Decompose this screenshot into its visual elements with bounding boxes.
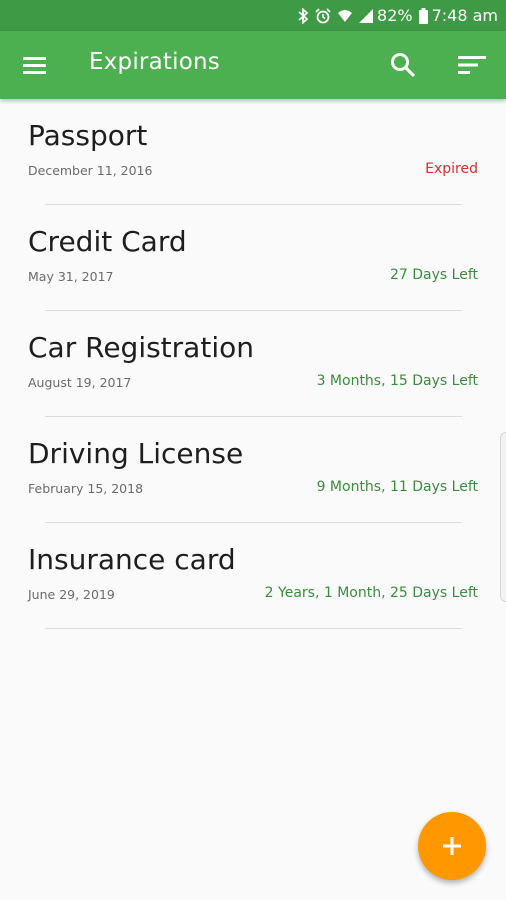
edge-panel-handle[interactable] bbox=[500, 432, 506, 602]
list-item[interactable]: Driving License February 15, 2018 9 Mont… bbox=[0, 417, 506, 523]
item-status: 27 Days Left bbox=[390, 267, 478, 283]
battery-icon bbox=[418, 7, 428, 24]
signal-icon bbox=[359, 8, 374, 23]
item-date: June 29, 2019 bbox=[28, 587, 115, 602]
page-title: Expirations bbox=[89, 49, 220, 75]
clock-time: 7:48 am bbox=[431, 6, 498, 25]
sort-icon bbox=[458, 56, 486, 74]
status-bar: 82% 7:48 am bbox=[0, 0, 506, 31]
item-name: Driving License bbox=[28, 437, 244, 470]
divider bbox=[45, 628, 462, 629]
item-name: Credit Card bbox=[28, 225, 187, 258]
search-button[interactable] bbox=[389, 51, 417, 79]
battery-percent: 82% bbox=[377, 6, 413, 25]
menu-icon bbox=[23, 57, 46, 74]
item-status: Expired bbox=[425, 161, 478, 177]
list-item[interactable]: Insurance card June 29, 2019 2 Years, 1 … bbox=[0, 523, 506, 629]
wifi-icon bbox=[337, 8, 353, 24]
sort-button[interactable] bbox=[457, 53, 487, 77]
item-date: May 31, 2017 bbox=[28, 269, 114, 284]
expiration-list: Passport December 11, 2016 Expired Credi… bbox=[0, 99, 506, 629]
list-item[interactable]: Credit Card May 31, 2017 27 Days Left bbox=[0, 205, 506, 311]
item-status: 2 Years, 1 Month, 25 Days Left bbox=[264, 585, 478, 601]
item-name: Car Registration bbox=[28, 331, 254, 364]
item-name: Insurance card bbox=[28, 543, 236, 576]
item-name: Passport bbox=[28, 119, 148, 152]
item-status: 9 Months, 11 Days Left bbox=[316, 479, 478, 495]
add-button[interactable] bbox=[418, 812, 486, 880]
app-bar: Expirations bbox=[0, 31, 506, 99]
search-icon bbox=[391, 53, 415, 77]
item-date: February 15, 2018 bbox=[28, 481, 144, 496]
item-date: August 19, 2017 bbox=[28, 375, 132, 390]
alarm-icon bbox=[315, 7, 331, 24]
bluetooth-icon bbox=[298, 7, 309, 24]
menu-button[interactable] bbox=[22, 53, 48, 77]
plus-icon bbox=[443, 837, 461, 855]
item-status: 3 Months, 15 Days Left bbox=[316, 373, 478, 389]
list-item[interactable]: Passport December 11, 2016 Expired bbox=[0, 99, 506, 205]
list-item[interactable]: Car Registration August 19, 2017 3 Month… bbox=[0, 311, 506, 417]
item-date: December 11, 2016 bbox=[28, 163, 153, 178]
